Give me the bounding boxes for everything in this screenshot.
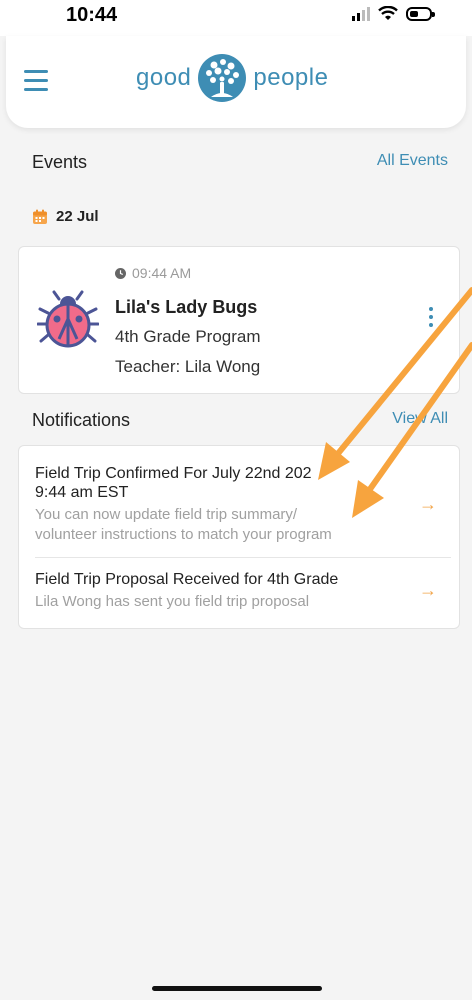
logo-text-right: people bbox=[253, 64, 329, 91]
ladybug-icon bbox=[37, 290, 99, 348]
event-time: 09:44 AM bbox=[132, 265, 192, 281]
battery-icon bbox=[406, 6, 435, 21]
event-date-row: 22 Jul bbox=[32, 208, 99, 225]
notification-title-line2: 9:44 am EST bbox=[35, 484, 129, 501]
notification-desc-line1: You can now update field trip summary/ bbox=[35, 506, 298, 523]
status-time: 10:44 bbox=[66, 4, 118, 26]
arrow-right-icon[interactable]: → bbox=[419, 494, 437, 515]
event-time-row: 09:44 AM bbox=[115, 265, 191, 281]
event-card[interactable]: 09:44 AM Lila's Lady Bugs 4th Grade Prog… bbox=[18, 246, 460, 394]
notification-title-line1: Field Trip Proposal Received for 4th Gra… bbox=[35, 571, 339, 588]
notification-item[interactable]: Field Trip Proposal Received for 4th Gra… bbox=[35, 570, 435, 612]
event-program: 4th Grade Program bbox=[115, 327, 261, 346]
app-header: good people bbox=[6, 36, 466, 128]
all-events-link[interactable]: All Events bbox=[377, 152, 448, 170]
events-section-title: Events bbox=[32, 152, 88, 172]
view-all-link[interactable]: View All bbox=[392, 410, 448, 428]
notifications-card: Field Trip Confirmed For July 22nd 202 9… bbox=[18, 445, 460, 629]
logo-text-left: good bbox=[136, 64, 192, 91]
home-indicator[interactable] bbox=[152, 986, 322, 991]
notifications-section-title: Notifications bbox=[32, 410, 131, 430]
arrow-right-icon[interactable]: → bbox=[419, 580, 437, 601]
wifi-icon bbox=[378, 6, 398, 20]
clock-icon bbox=[115, 267, 126, 279]
app-logo: good people bbox=[136, 52, 328, 104]
status-icons bbox=[352, 6, 435, 21]
notification-desc-line1: Lila Wong has sent you field trip propos… bbox=[35, 593, 310, 610]
event-date: 22 Jul bbox=[56, 208, 99, 225]
notification-divider bbox=[35, 557, 451, 558]
calendar-icon bbox=[33, 209, 47, 224]
kebab-icon[interactable] bbox=[429, 307, 433, 331]
notification-desc-line2: volunteer instructions to match your pro… bbox=[35, 526, 332, 543]
menu-icon[interactable] bbox=[24, 70, 48, 91]
notification-title-line1: Field Trip Confirmed For July 22nd 202 bbox=[35, 465, 312, 482]
logo-tree-icon bbox=[198, 54, 247, 102]
event-teacher: Teacher: Lila Wong bbox=[115, 357, 261, 376]
status-bar: 10:44 bbox=[0, 0, 472, 36]
notification-item[interactable]: Field Trip Confirmed For July 22nd 202 9… bbox=[35, 464, 435, 545]
signal-icon bbox=[352, 6, 370, 21]
event-title: Lila's Lady Bugs bbox=[115, 297, 258, 317]
